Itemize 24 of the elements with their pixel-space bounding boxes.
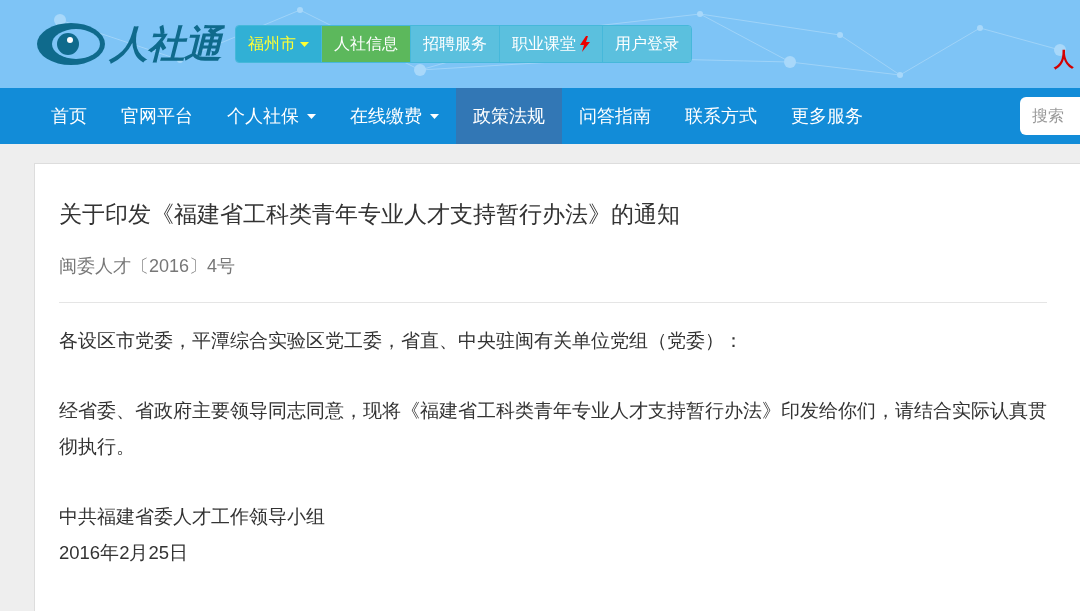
search-field[interactable]: 搜索 bbox=[1020, 97, 1080, 135]
top-tab[interactable]: 职业课堂 bbox=[500, 26, 604, 62]
nav-item[interactable]: 政策法规 bbox=[456, 88, 562, 144]
eye-logo-icon bbox=[36, 22, 106, 66]
nav-item[interactable]: 问答指南 bbox=[562, 88, 668, 144]
top-tab[interactable]: 用户登录 bbox=[603, 26, 692, 62]
nav-item[interactable]: 联系方式 bbox=[668, 88, 774, 144]
caret-icon bbox=[300, 41, 310, 47]
nav-item[interactable]: 官网平台 bbox=[104, 88, 210, 144]
nav-item[interactable]: 首页 bbox=[34, 88, 104, 144]
signature-line: 中共福建省委人才工作领导小组 bbox=[59, 505, 326, 529]
nav-item[interactable]: 更多服务 bbox=[774, 88, 880, 144]
nav-item[interactable]: 在线缴费 bbox=[333, 88, 456, 144]
article-paragraph: 经省委、省政府主要领导同志同意，现将《福建省工科类青年专业人才支持暂行办法》印发给你们，请结合实际认真贯彻执行。 bbox=[59, 399, 1047, 459]
signature-line: 2016年2月25日 bbox=[59, 541, 190, 565]
lightning-icon bbox=[580, 36, 591, 52]
top-tab[interactable]: 招聘服务 bbox=[411, 26, 501, 62]
article-title: 关于印发《福建省工科类青年专业人才支持暂行办法》的通知 bbox=[59, 201, 681, 229]
nav-item[interactable]: 个人社保 bbox=[210, 88, 333, 144]
article-paragraph: 各设区市党委，平潭综合实验区党工委，省直、中央驻闽有关单位党组（党委）： bbox=[59, 329, 744, 353]
top-tab[interactable]: 人社信息 bbox=[322, 26, 412, 62]
top-tab[interactable]: 福州市 bbox=[236, 26, 323, 62]
header-text: 人 bbox=[1054, 47, 1074, 72]
document-number: 闽委人才〔2016〕4号 bbox=[59, 255, 237, 278]
